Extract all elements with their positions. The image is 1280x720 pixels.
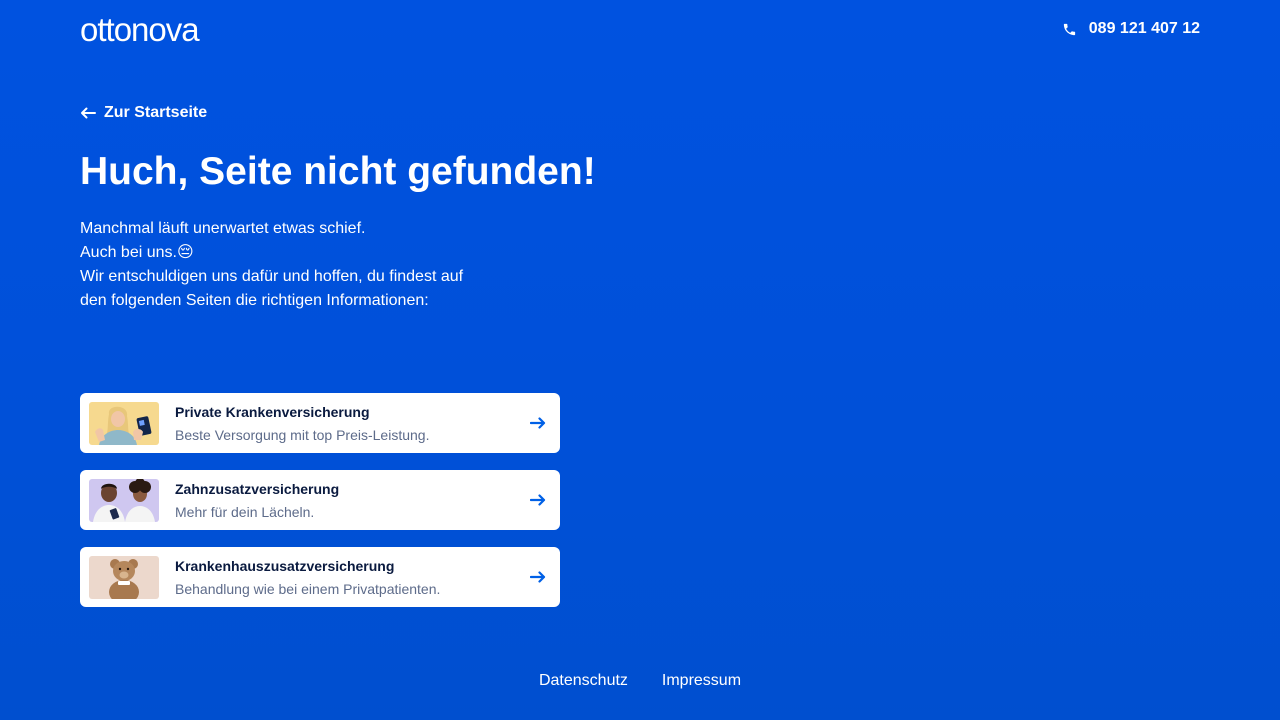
phone-icon [1062,22,1077,37]
card-private-krankenversicherung[interactable]: Private Krankenversicherung Beste Versor… [80,393,560,453]
footer-link-impressum[interactable]: Impressum [662,672,741,690]
intro-line: Wir entschuldigen uns dafür und hoffen, … [80,268,464,285]
intro-line: Auch bei uns.😔 [80,244,194,261]
phone-link[interactable]: 089 121 407 12 [1062,20,1200,38]
back-link-label: Zur Startseite [104,104,208,121]
intro-line: Manchmal läuft unerwartet etwas schief. [80,220,366,237]
card-title: Private Krankenversicherung [175,403,370,420]
card-subtitle: Beste Versorgung mit top Preis-Leistung. [175,426,430,443]
woman-with-phone-image [89,401,159,445]
page-title: Huch, Seite nicht gefunden! [80,150,596,193]
card-text: Krankenhauszusatzversicherung Behandlung… [175,557,530,598]
card-subtitle: Behandlung wie bei einem Privatpatienten… [175,580,441,597]
arrow-right-icon [530,417,546,429]
back-to-home-link[interactable]: Zur Startseite [80,104,207,122]
card-subtitle: Mehr für dein Lächeln. [175,503,315,520]
card-zahnzusatzversicherung[interactable]: Zahnzusatzversicherung Mehr für dein Läc… [80,470,560,530]
intro-line: den folgenden Seiten die richtigen Infor… [80,292,429,309]
card-krankenhauszusatzversicherung[interactable]: Krankenhauszusatzversicherung Behandlung… [80,547,560,607]
intro-text: Manchmal läuft unerwartet etwas schief. … [80,217,520,313]
card-text: Private Krankenversicherung Beste Versor… [175,403,530,444]
footer-links: Datenschutz Impressum [0,672,1280,690]
insurance-card-list: Private Krankenversicherung Beste Versor… [80,393,560,607]
arrow-right-icon [530,494,546,506]
arrow-left-icon [80,107,96,119]
smiling-couple-image [89,478,159,522]
footer-link-datenschutz[interactable]: Datenschutz [539,672,628,690]
arrow-right-icon [530,571,546,583]
card-title: Krankenhauszusatzversicherung [175,557,395,574]
card-title: Zahnzusatzversicherung [175,480,340,497]
ottonova-logo[interactable]: ottonova [80,12,200,48]
teddy-bear-image [89,555,159,599]
card-text: Zahnzusatzversicherung Mehr für dein Läc… [175,480,530,521]
phone-number: 089 121 407 12 [1088,20,1200,37]
